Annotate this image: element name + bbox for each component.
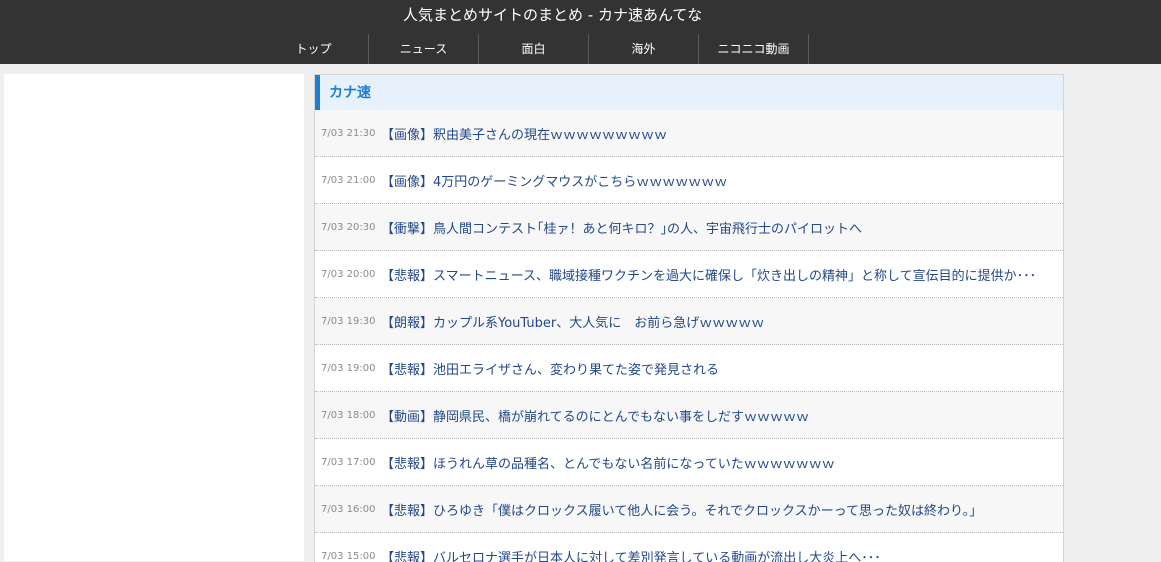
article-title-link[interactable]: 【悲報】ほうれん草の品種名、とんでもない名前になっていたｗｗｗｗｗｗｗ: [381, 453, 835, 472]
article-row[interactable]: 7/03 21:00 【画像】4万円のゲーミングマウスがこちらｗｗｗｗｗｗｗ: [315, 157, 1063, 204]
article-row[interactable]: 7/03 19:30 【朗報】カップル系YouTuber、大人気に お前ら急げｗ…: [315, 298, 1063, 345]
article-time: 7/03 20:30: [321, 222, 381, 233]
article-time: 7/03 16:00: [321, 504, 381, 515]
article-title-link[interactable]: 【悲報】ひろゆき「僕はクロックス履いて他人に会う。それでクロックスかーって思った…: [381, 500, 982, 519]
article-list: 7/03 21:30 【画像】釈由美子さんの現在ｗｗｗｗｗｗｗｗｗ 7/03 2…: [315, 110, 1063, 562]
article-title-link[interactable]: 【悲報】バルセロナ選手が日本人に対して差別発言している動画が流出し大炎上へ･･･: [381, 547, 881, 562]
article-time: 7/03 19:00: [321, 363, 381, 374]
top-bar: 人気まとめサイトのまとめ - カナ速あんてな トップ ニュース 面白 海外 ニコ…: [0, 0, 1161, 64]
article-title-link[interactable]: 【悲報】スマートニュース、職域接種ワクチンを過大に確保し「炊き出しの精神」と称し…: [381, 265, 1036, 284]
article-title-link[interactable]: 【朗報】カップル系YouTuber、大人気に お前ら急げｗｗｗｗｗ: [381, 312, 764, 331]
nav-item-top[interactable]: トップ: [259, 34, 369, 64]
article-time: 7/03 21:00: [321, 175, 381, 186]
article-row[interactable]: 7/03 21:30 【画像】釈由美子さんの現在ｗｗｗｗｗｗｗｗｗ: [315, 110, 1063, 157]
nav-item-niconico[interactable]: ニコニコ動画: [699, 34, 809, 64]
nav-item-overseas[interactable]: 海外: [589, 34, 699, 64]
nav-item-funny[interactable]: 面白: [479, 34, 589, 64]
article-time: 7/03 18:00: [321, 410, 381, 421]
article-title-link[interactable]: 【衝撃】鳥人間コンテスト｢桂ァ！あと何キロ？｣の人、宇宙飛行士のパイロットへ: [381, 218, 862, 237]
article-time: 7/03 21:30: [321, 128, 381, 139]
article-row[interactable]: 7/03 19:00 【悲報】池田エライザさん、変わり果てた姿で発見される: [315, 345, 1063, 392]
article-row[interactable]: 7/03 18:00 【動画】静岡県民、橋が崩れてるのにとんでもない事をしだすｗ…: [315, 392, 1063, 439]
article-time: 7/03 19:30: [321, 316, 381, 327]
main-nav: トップ ニュース 面白 海外 ニコニコ動画: [259, 34, 809, 64]
article-title-link[interactable]: 【画像】4万円のゲーミングマウスがこちらｗｗｗｗｗｗｗ: [381, 171, 727, 190]
nav-item-news[interactable]: ニュース: [369, 34, 479, 64]
feed-title[interactable]: カナ速: [315, 75, 1063, 110]
article-row[interactable]: 7/03 16:00 【悲報】ひろゆき「僕はクロックス履いて他人に会う。それでク…: [315, 486, 1063, 533]
article-time: 7/03 20:00: [321, 269, 381, 280]
article-row[interactable]: 7/03 20:00 【悲報】スマートニュース、職域接種ワクチンを過大に確保し「…: [315, 251, 1063, 298]
article-time: 7/03 15:00: [321, 551, 381, 562]
article-title-link[interactable]: 【画像】釈由美子さんの現在ｗｗｗｗｗｗｗｗｗ: [381, 124, 667, 143]
article-row[interactable]: 7/03 20:30 【衝撃】鳥人間コンテスト｢桂ァ！あと何キロ？｣の人、宇宙飛…: [315, 204, 1063, 251]
article-title-link[interactable]: 【悲報】池田エライザさん、変わり果てた姿で発見される: [381, 359, 719, 378]
site-title-link[interactable]: 人気まとめサイトのまとめ - カナ速あんてな: [403, 6, 702, 24]
article-time: 7/03 17:00: [321, 457, 381, 468]
article-row[interactable]: 7/03 17:00 【悲報】ほうれん草の品種名、とんでもない名前になっていたｗ…: [315, 439, 1063, 486]
left-sidebar: [4, 74, 304, 561]
article-row[interactable]: 7/03 15:00 【悲報】バルセロナ選手が日本人に対して差別発言している動画…: [315, 533, 1063, 562]
feed-panel: カナ速 7/03 21:30 【画像】釈由美子さんの現在ｗｗｗｗｗｗｗｗｗ 7/…: [314, 74, 1064, 562]
article-title-link[interactable]: 【動画】静岡県民、橋が崩れてるのにとんでもない事をしだすｗｗｗｗｗ: [381, 406, 809, 425]
